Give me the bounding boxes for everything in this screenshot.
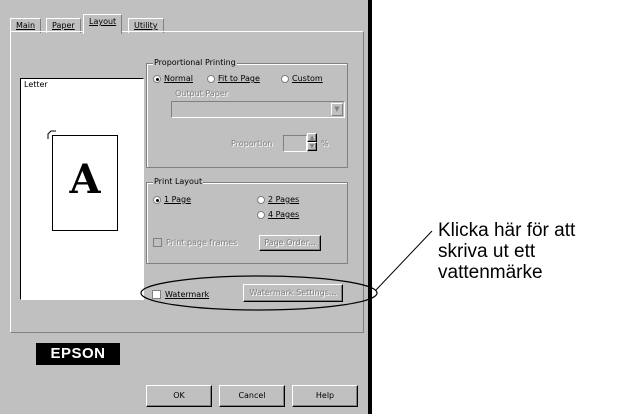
layout-preview: Letter A: [20, 78, 144, 300]
radio-fit-to-page-label: Fit to Page: [218, 74, 260, 83]
help-button-label: Help: [315, 391, 335, 400]
proportion-input[interactable]: [283, 135, 307, 152]
paper-size-label: Letter: [24, 80, 48, 89]
tab-paper-label: Paper: [52, 21, 75, 30]
watermark-checkbox[interactable]: Watermark: [152, 290, 209, 299]
print-page-frames-label: Print page frames: [166, 238, 238, 247]
radio-2-pages-indicator: [257, 195, 265, 204]
tab-utility-label: Utility: [134, 21, 158, 30]
print-page-frames-box: [153, 238, 162, 247]
output-paper-select[interactable]: ▼: [171, 101, 345, 118]
radio-2-pages-label: 2 Pages: [268, 195, 300, 204]
preview-page: A: [47, 130, 118, 231]
print-layout-group: Print Layout 1 Page 2 Pages 4 Pages Prin…: [146, 177, 348, 264]
spin-up-icon[interactable]: ▲: [307, 133, 317, 142]
dialog-border: [368, 0, 372, 414]
radio-custom-label: Custom: [292, 74, 323, 83]
preview-page-letter: A: [69, 156, 101, 203]
radio-1-page-indicator: [153, 195, 161, 204]
ok-button[interactable]: OK: [146, 385, 212, 407]
watermark-settings-button[interactable]: Watermark Settings...: [243, 284, 343, 302]
radio-4-pages[interactable]: 4 Pages: [257, 210, 299, 219]
radio-custom[interactable]: Custom: [281, 74, 323, 83]
callout-line-2: skriva ut ett: [438, 241, 536, 262]
radio-4-pages-label: 4 Pages: [268, 210, 300, 219]
radio-4-pages-indicator: [257, 210, 265, 219]
radio-1-page[interactable]: 1 Page: [153, 195, 191, 204]
ok-button-label: OK: [173, 391, 185, 400]
print-page-frames-checkbox[interactable]: Print page frames: [153, 238, 237, 247]
printer-properties-dialog: Main Paper Layout Utility Letter A Propo…: [0, 0, 368, 414]
chevron-down-icon: ▼: [331, 103, 343, 116]
cancel-button-label: Cancel: [238, 391, 266, 400]
tab-layout-label: Layout: [89, 17, 117, 26]
page-corner-icon: [47, 130, 56, 139]
callout-line-1: Klicka här för att: [438, 220, 576, 241]
output-paper-label: Output Paper: [175, 89, 228, 98]
radio-fit-to-page[interactable]: Fit to Page: [207, 74, 260, 83]
print-layout-title: Print Layout: [153, 177, 204, 186]
epson-logo: EPSON: [36, 343, 120, 365]
radio-custom-indicator: [281, 74, 289, 83]
page-order-button[interactable]: Page Order...: [259, 235, 321, 251]
callout-line-3: vattenmärke: [438, 262, 543, 283]
radio-2-pages[interactable]: 2 Pages: [257, 195, 299, 204]
spin-down-icon[interactable]: ▼: [307, 142, 317, 151]
radio-normal[interactable]: Normal: [153, 74, 193, 83]
watermark-settings-button-label: Watermark Settings...: [249, 288, 337, 297]
watermark-label: Watermark: [165, 290, 210, 299]
proportional-printing-title: Proportional Printing: [153, 58, 237, 67]
proportional-printing-group: Proportional Printing Normal Fit to Page…: [146, 58, 348, 168]
radio-1-page-label: 1 Page: [164, 195, 191, 204]
radio-normal-indicator: [153, 74, 161, 83]
help-button[interactable]: Help: [292, 385, 358, 407]
radio-normal-label: Normal: [164, 74, 193, 83]
page-order-button-label: Page Order...: [264, 238, 316, 247]
tab-layout[interactable]: Layout: [83, 14, 123, 34]
watermark-checkbox-box: [152, 290, 161, 299]
callout-leader-line: [375, 230, 433, 291]
radio-fit-to-page-indicator: [207, 74, 215, 83]
proportion-spinner[interactable]: ▲ ▼: [307, 133, 317, 151]
cancel-button[interactable]: Cancel: [219, 385, 285, 407]
tab-main-label: Main: [16, 21, 36, 30]
proportion-label: Proportion: [231, 139, 273, 148]
proportion-unit: %: [321, 139, 329, 148]
watermark-callout: Klicka här för att skriva ut ett vattenm…: [438, 220, 575, 283]
